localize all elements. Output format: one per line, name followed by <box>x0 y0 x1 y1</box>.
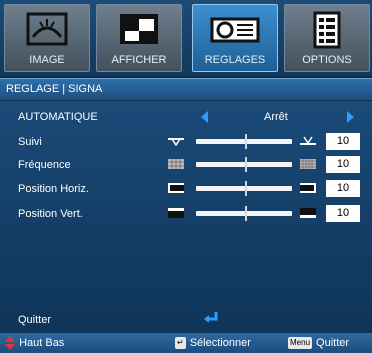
row-automatique[interactable]: AUTOMATIQUE Arrêt <box>0 106 372 128</box>
menu-tab-bar: IMAGE AFFICHER REGLAGES OPTIONS <box>0 0 372 76</box>
position-down-icon <box>168 208 184 218</box>
slider-knob[interactable] <box>244 206 247 221</box>
footer-nav-label: Haut Bas <box>19 337 65 349</box>
frequency-low-icon <box>168 159 184 169</box>
breadcrumb: REGLAGE | SIGNA <box>0 78 372 100</box>
tab-label: AFFICHER <box>111 54 167 66</box>
footer-bar: Haut Bas ↵ Sélectionner Menu Quitter <box>0 333 372 353</box>
position-up-icon <box>300 208 316 218</box>
enter-arrow-icon <box>204 312 218 323</box>
footer-quit-label: Quitter <box>316 337 350 349</box>
options-icon <box>313 11 341 49</box>
suivi-value: 10 <box>326 133 360 150</box>
row-label: Position Vert. <box>18 208 83 220</box>
tab-label: REGLAGES <box>204 54 266 66</box>
frequence-slider[interactable] <box>196 157 292 172</box>
row-position-vert[interactable]: Position Vert. 10 <box>0 203 372 225</box>
slider-knob[interactable] <box>244 134 247 149</box>
tab-reglages[interactable]: REGLAGES <box>192 4 278 72</box>
tracking-high-icon <box>300 136 316 145</box>
row-suivi[interactable]: Suivi 10 <box>0 131 372 153</box>
up-down-arrows-icon <box>5 336 15 351</box>
position-vert-value: 10 <box>326 205 360 222</box>
footer-quit-hint: Menu Quitter <box>288 333 349 353</box>
row-position-horiz[interactable]: Position Horiz. 10 <box>0 178 372 200</box>
slider-knob[interactable] <box>244 157 247 172</box>
tab-label: OPTIONS <box>302 54 352 66</box>
arrow-left-icon[interactable] <box>201 111 208 123</box>
position-vert-slider[interactable] <box>196 206 292 221</box>
row-label: Suivi <box>18 136 42 148</box>
row-frequence[interactable]: Fréquence 10 <box>0 154 372 176</box>
menu-key-icon: Menu <box>288 337 313 350</box>
tracking-low-icon <box>168 138 184 147</box>
arrow-right-icon[interactable] <box>347 111 354 123</box>
frequency-high-icon <box>300 159 316 169</box>
row-label: Position Horiz. <box>18 183 89 195</box>
position-left-icon <box>168 183 184 193</box>
position-horiz-slider[interactable] <box>196 181 292 196</box>
image-icon <box>26 12 68 46</box>
automatique-value: Arrêt <box>264 111 288 123</box>
tab-image[interactable]: IMAGE <box>4 4 90 72</box>
projector-icon <box>210 17 260 43</box>
display-icon <box>120 14 158 44</box>
slider-knob[interactable] <box>244 181 247 196</box>
footer-select-label: Sélectionner <box>189 337 251 349</box>
footer-select-hint: ↵ Sélectionner <box>175 333 251 353</box>
position-horiz-value: 10 <box>326 180 360 197</box>
frequence-value: 10 <box>326 156 360 173</box>
tab-afficher[interactable]: AFFICHER <box>96 4 182 72</box>
quit-item[interactable]: Quitter <box>18 314 51 326</box>
footer-nav-hint: Haut Bas <box>4 333 64 353</box>
suivi-slider[interactable] <box>196 134 292 149</box>
tab-label: IMAGE <box>29 54 65 66</box>
row-label: Fréquence <box>18 159 71 171</box>
enter-key-icon: ↵ <box>175 337 186 350</box>
row-label: AUTOMATIQUE <box>18 111 98 123</box>
tab-options[interactable]: OPTIONS <box>284 4 370 72</box>
position-right-icon <box>300 183 316 193</box>
